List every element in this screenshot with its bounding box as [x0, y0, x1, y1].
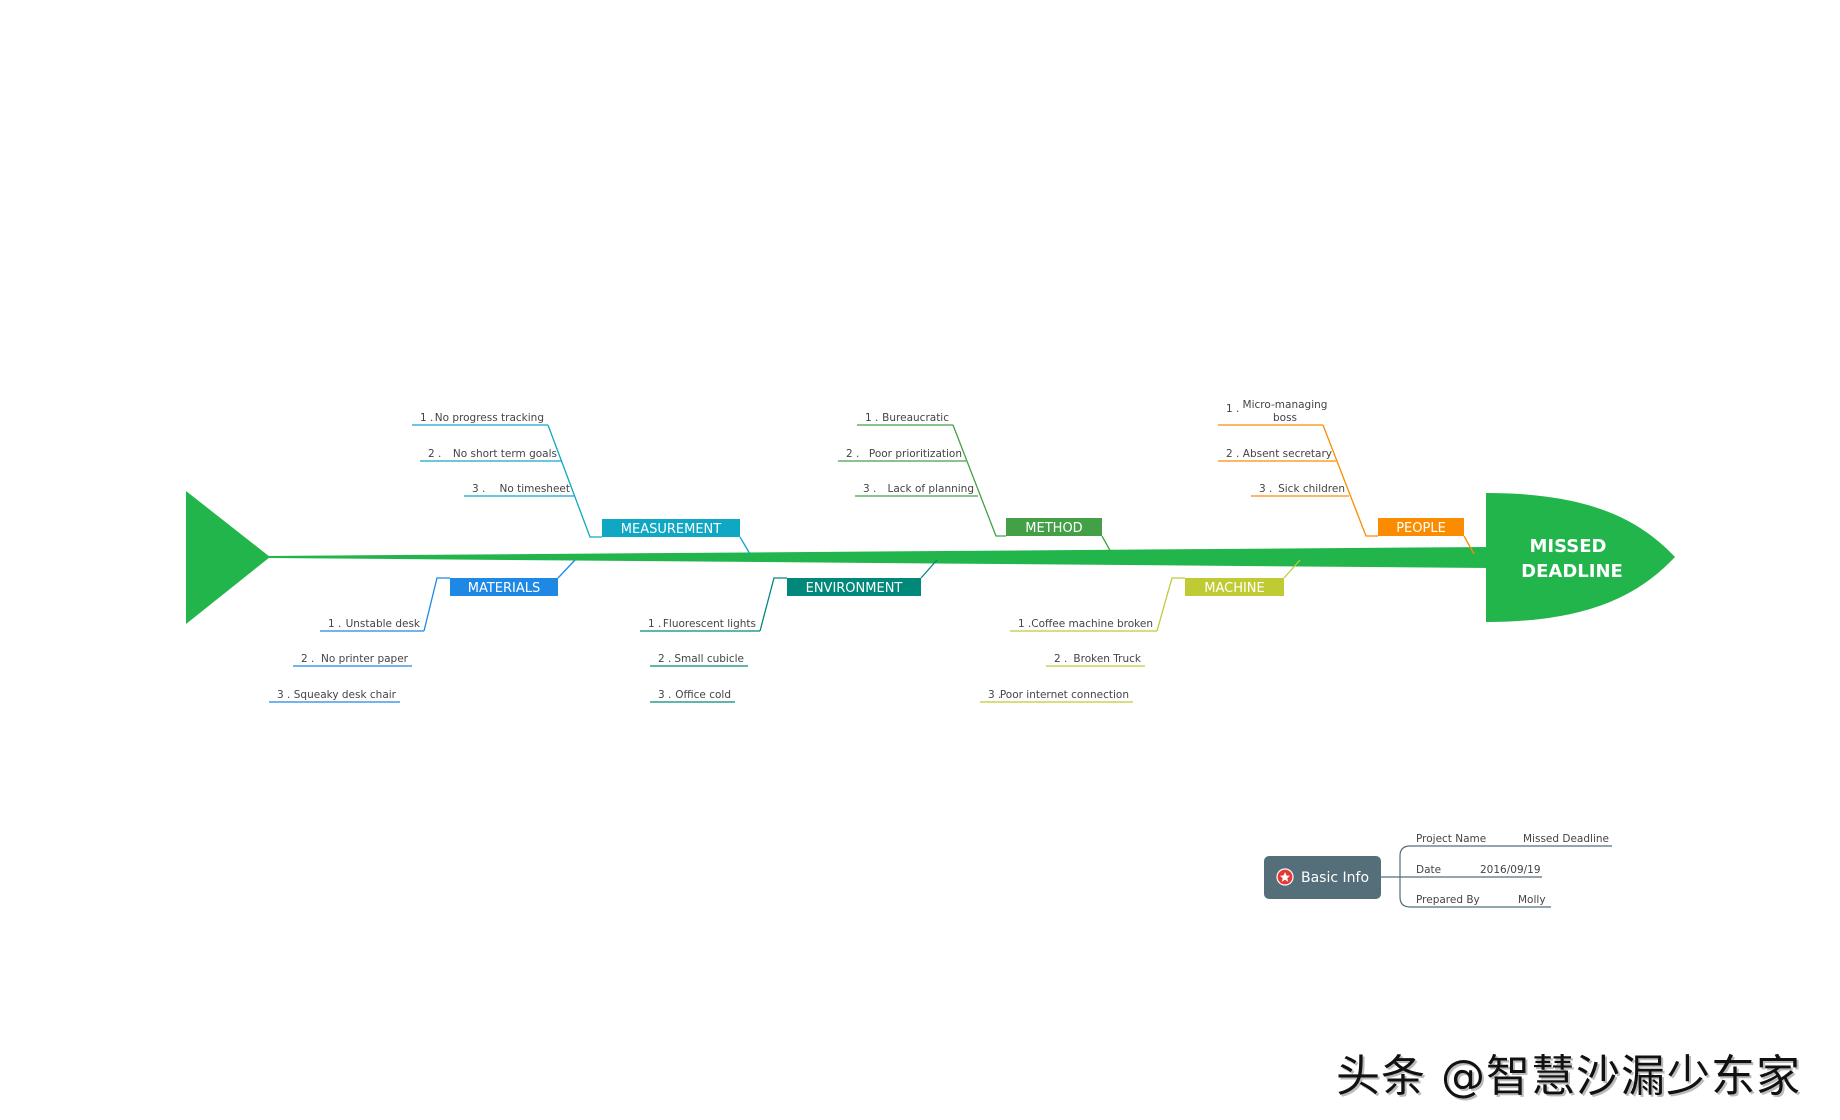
spine — [268, 547, 1490, 568]
item-number: 1 . — [648, 618, 661, 630]
cause-item[interactable]: 2 . Broken Truck — [1054, 653, 1142, 665]
cause-item[interactable]: 2 . No short term goals — [428, 448, 557, 460]
head-label-line2: DEADLINE — [1521, 561, 1623, 582]
item-number: 3 . — [1259, 483, 1272, 495]
info-value-date: 2016/09/19 — [1480, 864, 1541, 876]
item-number: 1 . — [865, 412, 878, 424]
category-environment: 1 . Fluorescent lights 2 . Small cubicle 3 .… — [640, 559, 938, 703]
cause-item[interactable]: 2 . No printer paper — [301, 653, 409, 665]
category-rib — [547, 424, 602, 538]
basic-info-panel: Basic Info Project Name Missed Deadline … — [1264, 833, 1612, 908]
category-rib — [952, 424, 1006, 537]
item-text: No progress tracking — [435, 412, 544, 424]
item-text: Squeaky desk chair — [294, 689, 397, 701]
cause-item[interactable]: 1 . No progress tracking — [420, 412, 544, 424]
category-method: 1 . Bureaucratic 2 . Poor prioritization 3 .… — [838, 412, 1113, 555]
item-number: 1 . — [1226, 403, 1239, 415]
cause-item[interactable]: 3 . No timesheet — [472, 483, 570, 495]
basic-info-button[interactable]: Basic Info — [1264, 856, 1381, 899]
info-label-project-name: Project Name — [1416, 833, 1486, 845]
cause-item[interactable]: 1 . Bureaucratic — [865, 412, 949, 424]
item-number: 2 . — [846, 448, 859, 460]
item-number: 2 . — [1226, 448, 1239, 460]
cause-item[interactable]: 2 . Poor prioritization — [846, 448, 962, 460]
category-label: ENVIRONMENT — [806, 581, 903, 596]
item-text-line2: boss — [1273, 412, 1297, 424]
item-number: 3 . — [472, 483, 485, 495]
fishbone-diagram: MISSED DEADLINE 1 . No progress tracking2… — [186, 399, 1675, 908]
item-text: Fluorescent lights — [663, 618, 756, 630]
item-number: 1 . — [1018, 618, 1031, 630]
item-number: 3 . — [863, 483, 876, 495]
item-text: Poor internet connection — [1000, 689, 1129, 701]
item-text: Sick children — [1278, 483, 1345, 495]
cause-item[interactable]: 3 .Poor internet connection — [988, 689, 1129, 701]
item-number: 3 . — [658, 689, 671, 701]
item-text: Office cold — [675, 689, 731, 701]
item-number: 2 . — [301, 653, 314, 665]
item-text: Broken Truck — [1073, 653, 1141, 665]
category-measurement: 1 . No progress tracking 2 . No short term … — [412, 412, 751, 555]
item-text: Micro-managing — [1243, 399, 1328, 411]
cause-item[interactable]: 3 . Office cold — [658, 689, 731, 701]
category-box-materials[interactable]: MATERIALS — [450, 578, 558, 596]
category-box-people[interactable]: PEOPLE — [1378, 518, 1464, 536]
item-number: 2 . — [428, 448, 441, 460]
item-number: 1 . — [420, 412, 433, 424]
info-value-project-name: Missed Deadline — [1523, 833, 1609, 845]
item-text: No printer paper — [321, 653, 409, 665]
category-box-machine[interactable]: MACHINE — [1185, 578, 1284, 596]
cause-item[interactable]: 3 . Lack of planning — [863, 483, 974, 495]
category-rib — [1322, 424, 1378, 537]
category-connector — [739, 536, 751, 555]
category-label: MATERIALS — [468, 581, 541, 596]
item-number: 3 . — [277, 689, 290, 701]
item-number: 2 . — [1054, 653, 1067, 665]
head-label-line1: MISSED — [1530, 536, 1607, 557]
cause-item[interactable]: 3 . Squeaky desk chair — [277, 689, 397, 701]
item-text: Unstable desk — [346, 618, 421, 630]
category-rib — [1156, 577, 1185, 632]
item-text: No timesheet — [499, 483, 570, 495]
item-text: Absent secretary — [1243, 448, 1332, 460]
category-connector — [557, 559, 576, 579]
item-text: No short term goals — [453, 448, 557, 460]
category-label: MACHINE — [1204, 581, 1265, 596]
item-number: 1 . — [328, 618, 341, 630]
head-shape[interactable] — [1486, 493, 1675, 622]
cause-item[interactable]: 1 . Coffee machine broken — [1018, 618, 1153, 630]
tail-triangle — [186, 491, 270, 624]
category-label: PEOPLE — [1396, 521, 1446, 536]
category-label: METHOD — [1025, 521, 1082, 536]
cause-item[interactable]: 2 . Absent secretary — [1226, 448, 1332, 460]
basic-info-label: Basic Info — [1301, 870, 1369, 886]
watermark: 头条 @智慧沙漏少东家 — [1336, 1051, 1801, 1102]
info-label-prepared-by: Prepared By — [1416, 894, 1480, 906]
category-machine: 1 . Coffee machine broken 2 . Broken Truck 3… — [980, 559, 1301, 703]
category-box-measurement[interactable]: MEASUREMENT — [602, 519, 740, 537]
item-text: Coffee machine broken — [1031, 618, 1153, 630]
item-text: Bureaucratic — [882, 412, 949, 424]
category-box-method[interactable]: METHOD — [1006, 518, 1102, 536]
category-people: 1 . Micro-managingboss 2 . Absent secretary… — [1218, 399, 1475, 555]
cause-item[interactable]: 3 . Sick children — [1259, 483, 1345, 495]
cause-item[interactable]: 1 . Fluorescent lights — [648, 618, 756, 630]
cause-item[interactable]: 2 . Small cubicle — [658, 653, 744, 665]
cause-item[interactable]: 1 . Micro-managingboss — [1226, 399, 1327, 424]
category-rib — [423, 577, 450, 632]
category-materials: 1 . Unstable desk 2 . No printer paper 3 . Sq… — [269, 559, 576, 703]
item-text: Poor prioritization — [869, 448, 962, 460]
category-box-environment[interactable]: ENVIRONMENT — [787, 578, 921, 596]
category-rib — [759, 577, 787, 632]
category-label: MEASUREMENT — [621, 522, 721, 537]
item-text: Lack of planning — [888, 483, 975, 495]
info-value-prepared-by: Molly — [1518, 894, 1546, 906]
info-label-date: Date — [1416, 864, 1441, 876]
item-text: Small cubicle — [674, 653, 744, 665]
item-number: 2 . — [658, 653, 671, 665]
cause-item[interactable]: 1 . Unstable desk — [328, 618, 421, 630]
